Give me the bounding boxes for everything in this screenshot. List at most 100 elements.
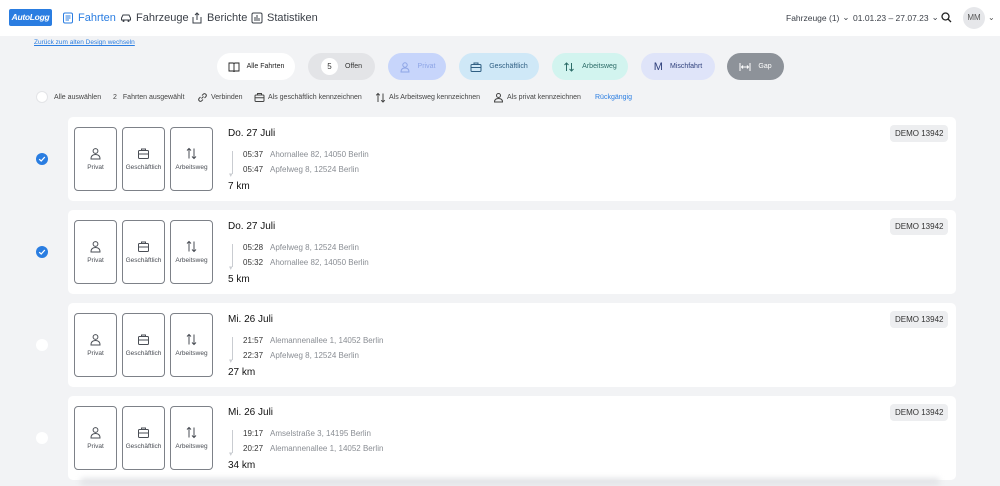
document-list-icon bbox=[63, 12, 73, 24]
briefcase-icon bbox=[254, 92, 265, 102]
person-icon bbox=[90, 148, 101, 160]
trip-select-checkbox[interactable] bbox=[36, 246, 48, 258]
car-icon bbox=[121, 14, 131, 22]
private-label: Privat bbox=[87, 257, 104, 264]
trip-distance: 5 km bbox=[228, 274, 250, 285]
undo-link[interactable]: Rückgängig bbox=[595, 90, 632, 104]
private-label: Privat bbox=[87, 164, 104, 171]
gap-icon bbox=[739, 62, 751, 71]
mark-commute-button[interactable]: Arbeitsweg bbox=[170, 127, 213, 191]
arrow-down-icon: ▾ bbox=[229, 172, 233, 179]
filter-mixed-label: Mischfahrt bbox=[669, 63, 703, 70]
mark-commute-label: Als Arbeitsweg kennzeichnen bbox=[389, 93, 481, 101]
commute-label: Arbeitsweg bbox=[175, 443, 208, 450]
date-range-label: 01.01.23 – 27.07.23 bbox=[853, 12, 929, 23]
date-range-selector[interactable]: 01.01.23 – 27.07.23 ⌄ bbox=[853, 12, 939, 23]
route-line bbox=[232, 244, 233, 267]
filter-gap[interactable]: Gap bbox=[727, 53, 784, 80]
person-icon bbox=[90, 427, 101, 439]
mark-business-button[interactable]: Geschäftlich bbox=[122, 127, 165, 191]
autologg-logo[interactable]: AutoLogg bbox=[9, 9, 52, 26]
vehicle-badge: DEMO 13942 bbox=[890, 404, 949, 421]
select-all-checkbox[interactable]: Alle auswählen bbox=[36, 90, 101, 104]
filter-mixed[interactable]: M Mischfahrt bbox=[641, 53, 715, 80]
mark-commute-button[interactable]: Als Arbeitsweg kennzeichnen bbox=[375, 90, 480, 104]
trip-select-checkbox[interactable] bbox=[36, 339, 48, 351]
filter-open-label: Offen bbox=[345, 63, 362, 70]
trip-card[interactable]: Privat Geschäftlich Arbeitsweg Do. 27 Ju… bbox=[68, 210, 956, 294]
filter-business[interactable]: Geschäftlich bbox=[459, 53, 539, 80]
nav-fahrzeuge[interactable]: Fahrzeuge bbox=[120, 10, 189, 26]
user-avatar[interactable]: MM bbox=[963, 7, 985, 29]
search-icon[interactable] bbox=[941, 12, 952, 23]
mark-private-label: Als privat kennzeichnen bbox=[507, 93, 581, 101]
end-address: Apfelweg 8, 12524 Berlin bbox=[270, 165, 359, 174]
back-to-old-design-link[interactable]: Zurück zum alten Design wechseln bbox=[34, 39, 135, 46]
mark-private-button[interactable]: Privat bbox=[74, 406, 117, 470]
share-report-icon bbox=[192, 12, 202, 24]
filter-private-label: Privat bbox=[417, 63, 436, 70]
filter-private[interactable]: Privat bbox=[388, 53, 446, 80]
trip-date: Do. 27 Juli bbox=[228, 221, 276, 232]
trip-card[interactable]: Privat Geschäftlich Arbeitsweg Mi. 26 Ju… bbox=[68, 303, 956, 387]
trip-date: Mi. 26 Juli bbox=[228, 314, 274, 325]
mark-commute-button[interactable]: Arbeitsweg bbox=[170, 220, 213, 284]
nav-statistiken-label: Statistiken bbox=[267, 12, 318, 24]
start-address: Apfelweg 8, 12524 Berlin bbox=[270, 243, 359, 252]
trip-card[interactable]: Privat Geschäftlich Arbeitsweg Do. 27 Ju… bbox=[68, 117, 956, 201]
mark-private-button[interactable]: Privat bbox=[74, 127, 117, 191]
end-address: Alemannenallee 1, 14052 Berlin bbox=[270, 444, 384, 453]
end-address: Apfelweg 8, 12524 Berlin bbox=[270, 351, 359, 360]
start-address: Amselstraße 3, 14195 Berlin bbox=[270, 429, 371, 438]
end-time: 22:37 bbox=[243, 351, 264, 360]
person-icon bbox=[90, 334, 101, 346]
mark-business-button[interactable]: Geschäftlich bbox=[122, 406, 165, 470]
start-time: 05:28 bbox=[243, 243, 264, 252]
chevron-down-icon[interactable]: ⌄ bbox=[988, 13, 995, 22]
trip-distance: 7 km bbox=[228, 181, 250, 192]
bulk-action-toolbar: Alle auswählen 2 Fahrten ausgewählt Verb… bbox=[0, 90, 1000, 104]
nav-berichte[interactable]: Berichte bbox=[191, 10, 247, 26]
trip-select-checkbox[interactable] bbox=[36, 153, 48, 165]
business-label: Geschäftlich bbox=[125, 443, 162, 450]
start-time: 19:17 bbox=[243, 429, 264, 438]
start-time: 05:37 bbox=[243, 150, 264, 159]
connect-button[interactable]: Verbinden bbox=[197, 90, 243, 104]
end-address: Ahornallee 82, 14050 Berlin bbox=[270, 258, 369, 267]
start-time: 21:57 bbox=[243, 336, 264, 345]
link-icon bbox=[198, 92, 207, 102]
mark-commute-button[interactable]: Arbeitsweg bbox=[170, 313, 213, 377]
filter-open[interactable]: 5 Offen bbox=[308, 53, 375, 80]
scroll-shadow bbox=[80, 478, 940, 486]
open-count-badge: 5 bbox=[321, 58, 338, 75]
trip-date: Mi. 26 Juli bbox=[228, 407, 274, 418]
business-label: Geschäftlich bbox=[125, 257, 162, 264]
mark-business-button[interactable]: Als geschäftlich kennzeichnen bbox=[254, 90, 362, 104]
filter-all-trips[interactable]: Alle Fahrten bbox=[217, 53, 295, 80]
mark-private-button[interactable]: Privat bbox=[74, 313, 117, 377]
select-all-radio[interactable] bbox=[36, 91, 48, 103]
trip-select-checkbox[interactable] bbox=[36, 432, 48, 444]
commute-label: Arbeitsweg bbox=[175, 164, 208, 171]
selected-count: 2 Fahrten ausgewählt bbox=[113, 90, 184, 104]
nav-fahrten[interactable]: Fahrten bbox=[62, 10, 116, 26]
vehicle-selector[interactable]: Fahrzeuge (1) ⌄ bbox=[786, 12, 850, 23]
private-label: Privat bbox=[87, 443, 104, 450]
business-label: Geschäftlich bbox=[125, 164, 162, 171]
mark-business-button[interactable]: Geschäftlich bbox=[122, 313, 165, 377]
mark-private-button[interactable]: Privat bbox=[74, 220, 117, 284]
mark-business-button[interactable]: Geschäftlich bbox=[122, 220, 165, 284]
connect-label: Verbinden bbox=[211, 93, 243, 101]
commute-label: Arbeitsweg bbox=[175, 350, 208, 357]
trip-card[interactable]: Privat Geschäftlich Arbeitsweg Mi. 26 Ju… bbox=[68, 396, 956, 480]
private-label: Privat bbox=[87, 350, 104, 357]
mark-commute-button[interactable]: Arbeitsweg bbox=[170, 406, 213, 470]
nav-statistiken[interactable]: Statistiken bbox=[251, 10, 318, 26]
vehicle-selector-label: Fahrzeuge (1) bbox=[786, 12, 840, 23]
briefcase-icon bbox=[470, 62, 482, 72]
end-time: 20:27 bbox=[243, 444, 264, 453]
bar-chart-icon bbox=[251, 12, 263, 24]
mark-private-button[interactable]: Als privat kennzeichnen bbox=[493, 90, 581, 104]
swap-vertical-icon bbox=[375, 92, 386, 103]
filter-commute[interactable]: Arbeitsweg bbox=[552, 53, 628, 80]
